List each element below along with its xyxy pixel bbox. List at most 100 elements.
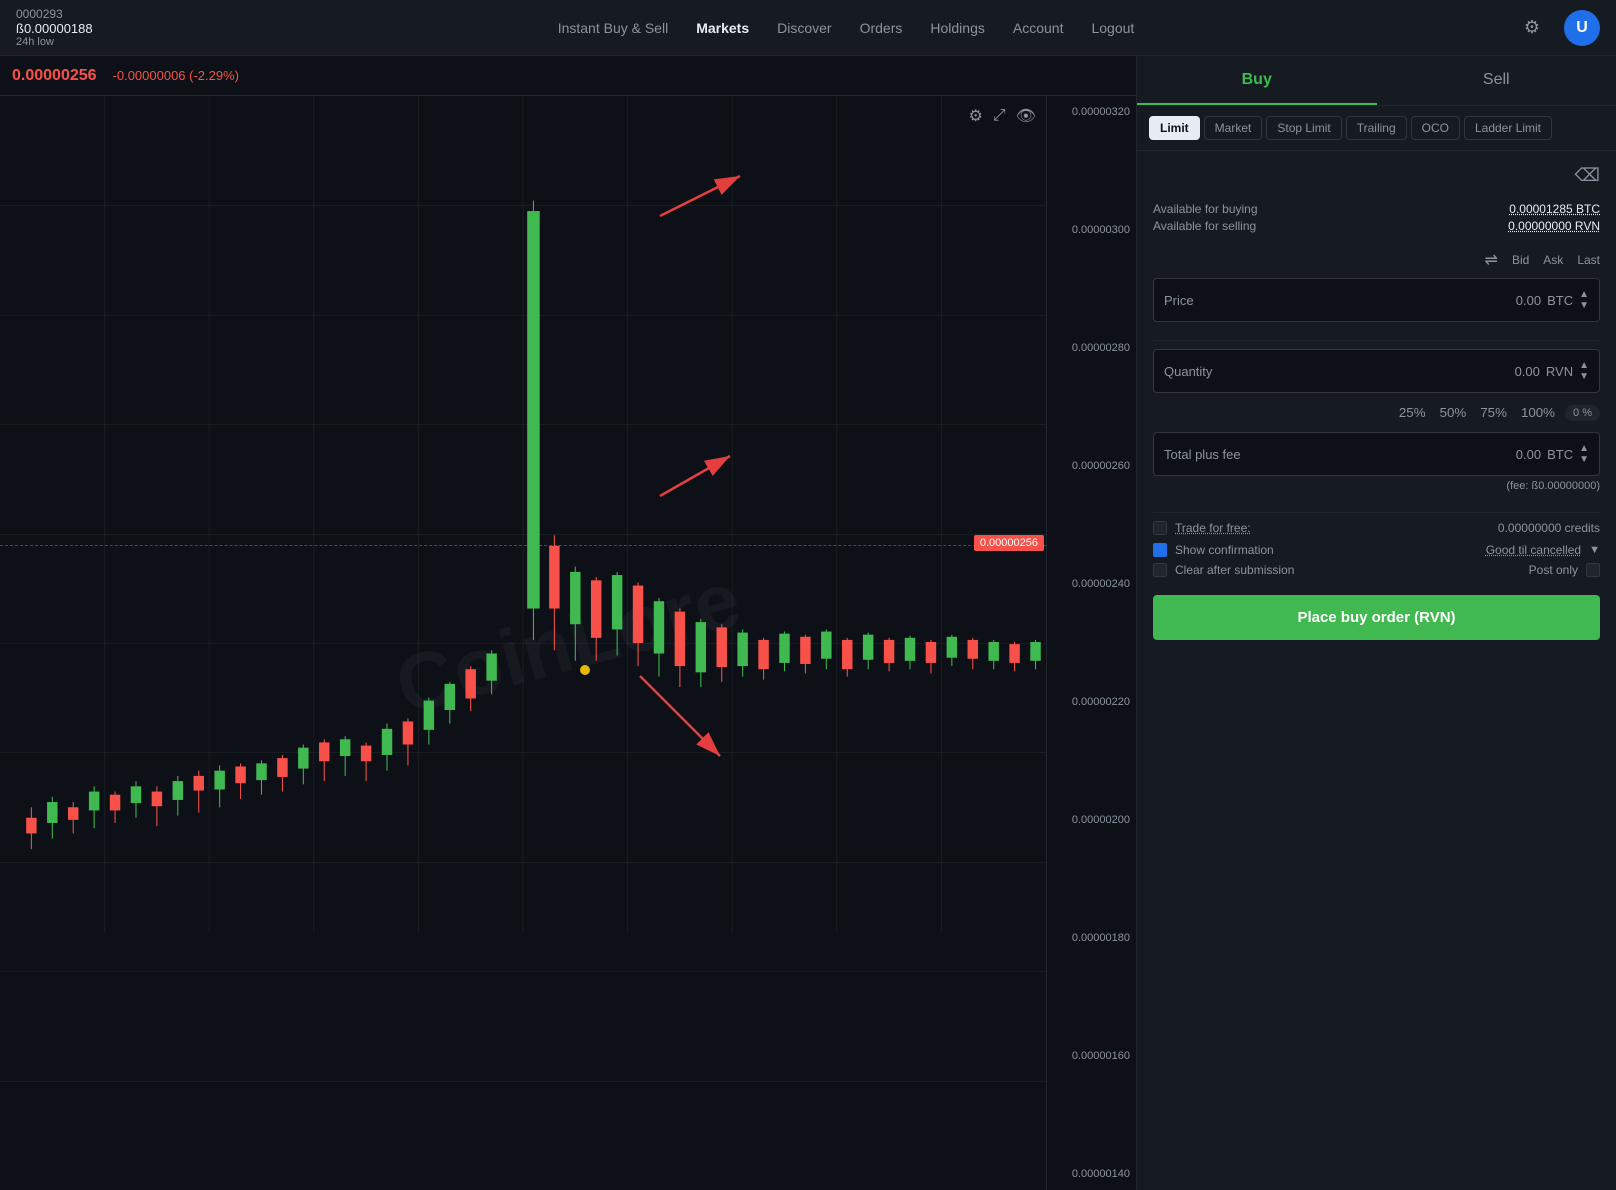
trade-free-row: Trade for free: 0.00000000 credits	[1153, 521, 1600, 535]
nav-holdings[interactable]: Holdings	[930, 16, 984, 40]
nav-orders[interactable]: Orders	[860, 16, 903, 40]
pct-50-btn[interactable]: 50%	[1436, 403, 1471, 422]
filter-icon: ⇌	[1485, 250, 1498, 270]
price-level-6: 0.00000200	[1053, 814, 1130, 826]
price-level-9: 0.00000140	[1053, 1168, 1130, 1180]
buy-tab[interactable]: Buy	[1137, 56, 1377, 105]
nav-logout[interactable]: Logout	[1091, 16, 1134, 40]
trade-free-label: Trade for free:	[1175, 521, 1251, 535]
buy-sell-tabs: Buy Sell	[1137, 56, 1616, 106]
post-only-section: Post only	[1529, 563, 1600, 577]
price-level-7: 0.00000180	[1053, 932, 1130, 944]
available-buying-value: 0.00001285 BTC	[1509, 202, 1600, 216]
price-label: Price	[1164, 293, 1516, 308]
quantity-field-group: Quantity 0.00 RVN ▲ ▼	[1153, 349, 1600, 393]
total-value[interactable]: 0.00	[1516, 447, 1541, 462]
trade-free-checkbox[interactable]	[1153, 521, 1167, 535]
nav-actions: ⚙ U	[1516, 10, 1600, 46]
order-type-trailing[interactable]: Trailing	[1346, 116, 1407, 140]
total-up-btn[interactable]: ▲	[1579, 444, 1589, 454]
divider-2	[1153, 512, 1600, 513]
price-field-row: Price 0.00 BTC ▲ ▼	[1153, 278, 1600, 322]
quantity-currency: RVN	[1546, 364, 1573, 379]
price-level-4: 0.00000240	[1053, 578, 1130, 590]
nav-instant-buy[interactable]: Instant Buy & Sell	[558, 16, 669, 40]
settings-icon-btn[interactable]: ⚙	[1516, 12, 1548, 44]
total-field-group: Total plus fee 0.00 BTC ▲ ▼	[1153, 432, 1600, 476]
price-axis: 0.00000320 0.00000300 0.00000280 0.00000…	[1046, 96, 1136, 1190]
nav-brand: 0000293 ß0.00000188 24h low	[16, 7, 136, 48]
total-field-row: Total plus fee 0.00 BTC ▲ ▼	[1153, 432, 1600, 476]
price-field-group: Price 0.00 BTC ▲ ▼	[1153, 278, 1600, 322]
price-level-1: 0.00000300	[1053, 224, 1130, 236]
gtc-chevron-icon: ▼	[1589, 544, 1600, 556]
show-confirmation-label: Show confirmation	[1175, 543, 1274, 557]
total-down-btn[interactable]: ▼	[1579, 455, 1589, 465]
nav-low-label: 24h low	[16, 36, 136, 48]
quantity-down-btn[interactable]: ▼	[1579, 372, 1589, 382]
price-down-btn[interactable]: ▼	[1579, 301, 1589, 311]
chart-current-price: 0.00000256	[12, 67, 97, 85]
fee-label: (fee: ß0.00000000)	[1506, 480, 1600, 492]
chart-price-change: -0.00000006 (-2.29%)	[113, 68, 239, 83]
pct-75-btn[interactable]: 75%	[1476, 403, 1511, 422]
quantity-up-btn[interactable]: ▲	[1579, 361, 1589, 371]
nav-markets[interactable]: Markets	[696, 16, 749, 40]
price-currency: BTC	[1547, 293, 1573, 308]
gtc-dropdown[interactable]: Good til cancelled	[1486, 543, 1581, 557]
pct-current: 0 %	[1565, 405, 1600, 421]
quantity-value[interactable]: 0.00	[1515, 364, 1540, 379]
order-type-oco[interactable]: OCO	[1411, 116, 1460, 140]
price-value[interactable]: 0.00	[1516, 293, 1541, 308]
post-only-label: Post only	[1529, 563, 1578, 577]
grid-line-8	[0, 1081, 1046, 1082]
clear-after-label: Clear after submission	[1175, 563, 1294, 577]
main-layout: 0.00000256 -0.00000006 (-2.29%) ⚙ ⤢ 👁 0.…	[0, 56, 1616, 1190]
price-level-8: 0.00000160	[1053, 1050, 1130, 1062]
show-confirmation-row: Show confirmation Good til cancelled ▼	[1153, 543, 1600, 557]
price-stepper: ▲ ▼	[1579, 290, 1589, 311]
order-type-market[interactable]: Market	[1204, 116, 1263, 140]
price-level-5: 0.00000220	[1053, 696, 1130, 708]
place-order-button[interactable]: Place buy order (RVN)	[1153, 595, 1600, 640]
price-level-3: 0.00000260	[1053, 460, 1130, 472]
clear-after-checkbox[interactable]	[1153, 563, 1167, 577]
nav-links: Instant Buy & Sell Markets Discover Orde…	[176, 16, 1516, 40]
bid-label[interactable]: Bid	[1512, 253, 1529, 267]
nav-account[interactable]: Account	[1013, 16, 1064, 40]
available-buying-label: Available for buying	[1153, 202, 1258, 216]
price-level-2: 0.00000280	[1053, 342, 1130, 354]
order-type-stop-limit[interactable]: Stop Limit	[1266, 116, 1341, 140]
price-level-0: 0.00000320	[1053, 106, 1130, 118]
nav-discover[interactable]: Discover	[777, 16, 831, 40]
ask-label[interactable]: Ask	[1543, 253, 1563, 267]
chart-header: 0.00000256 -0.00000006 (-2.29%)	[0, 56, 1136, 96]
pair-id: 0000293	[16, 7, 136, 21]
pct-100-btn[interactable]: 100%	[1517, 403, 1559, 422]
pct-row: 25% 50% 75% 100% 0 %	[1153, 403, 1600, 422]
quantity-stepper: ▲ ▼	[1579, 361, 1589, 382]
available-buying-row: Available for buying 0.00001285 BTC	[1153, 202, 1600, 216]
quantity-field-row: Quantity 0.00 RVN ▲ ▼	[1153, 349, 1600, 393]
quantity-label: Quantity	[1164, 364, 1515, 379]
pct-25-btn[interactable]: 25%	[1395, 403, 1430, 422]
clear-button[interactable]: ⌫	[1575, 165, 1600, 186]
form-panel: ⌫ Available for buying 0.00001285 BTC Av…	[1137, 151, 1616, 1190]
order-type-tabs: Limit Market Stop Limit Trailing OCO Lad…	[1137, 106, 1616, 151]
show-confirmation-checkbox[interactable]	[1153, 543, 1167, 557]
credits-value: 0.00000000 credits	[1498, 521, 1600, 535]
divider-1	[1153, 340, 1600, 341]
post-only-checkbox[interactable]	[1586, 563, 1600, 577]
order-type-limit[interactable]: Limit	[1149, 116, 1200, 140]
total-currency: BTC	[1547, 447, 1573, 462]
order-type-ladder[interactable]: Ladder Limit	[1464, 116, 1552, 140]
price-up-btn[interactable]: ▲	[1579, 290, 1589, 300]
candlestick-chart	[0, 96, 1046, 933]
right-panel: Buy Sell Limit Market Stop Limit Trailin…	[1136, 56, 1616, 1190]
last-label[interactable]: Last	[1577, 253, 1600, 267]
user-avatar[interactable]: U	[1564, 10, 1600, 46]
grid-line-7	[0, 971, 1046, 972]
sell-tab[interactable]: Sell	[1377, 56, 1616, 105]
available-selling-value: 0.00000000 RVN	[1508, 219, 1600, 233]
nav-price: ß0.00000188	[16, 21, 136, 36]
